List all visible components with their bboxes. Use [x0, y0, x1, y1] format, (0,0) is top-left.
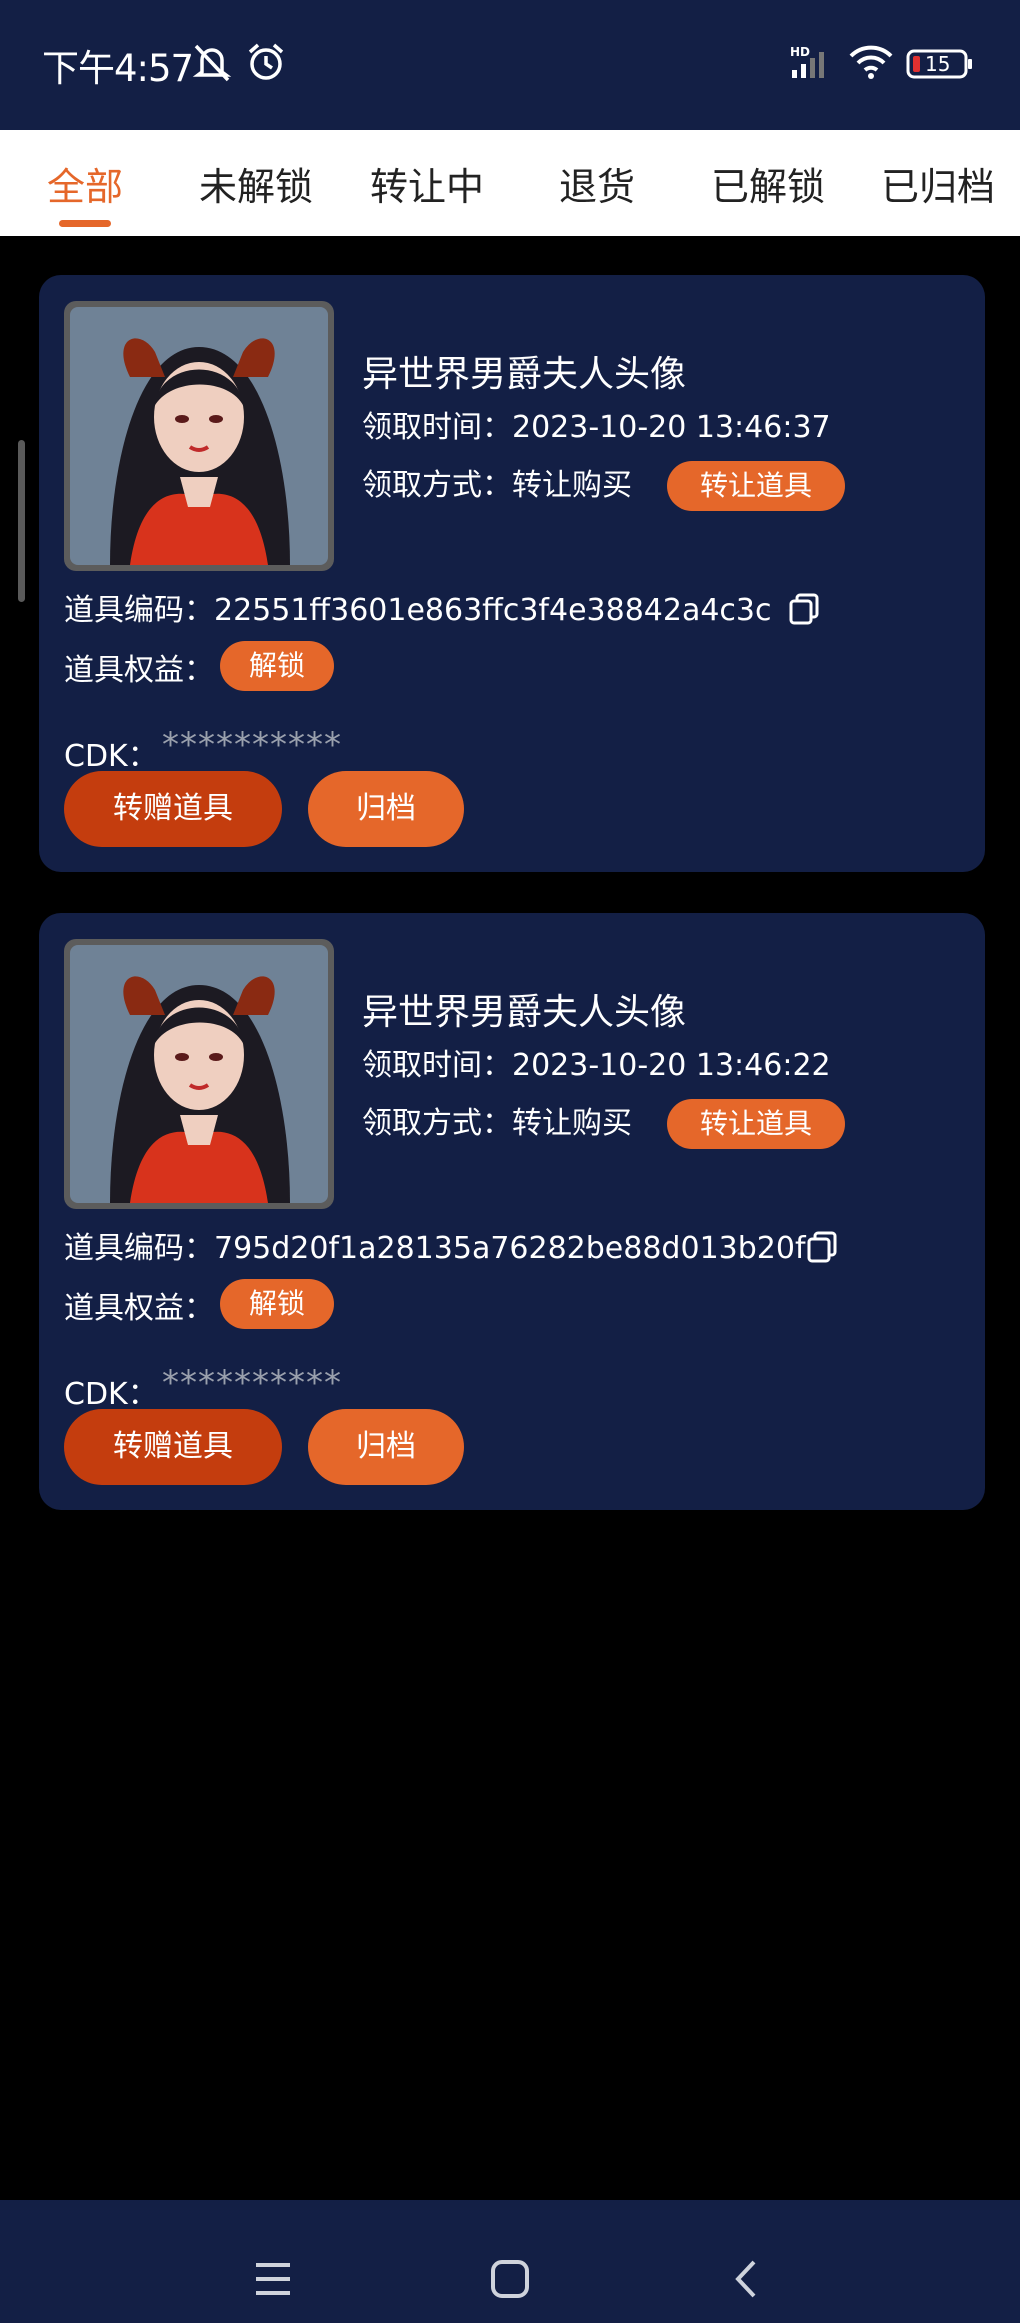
claim-time-value: 2023-10-20 13:46:22 [512, 1048, 831, 1083]
unlock-badge: 解锁 [220, 641, 334, 691]
claim-time-label: 领取时间： [362, 410, 512, 445]
avatar-image [70, 945, 328, 1203]
cdk-label: CDK： [64, 739, 158, 774]
filter-tabs: 全部 未解锁 转让中 退货 已解锁 已归档 [0, 130, 1020, 236]
hd-signal-icon: HD [790, 45, 824, 78]
transfer-item-badge: 转让道具 [667, 461, 845, 511]
archive-button[interactable]: 归档 [308, 1409, 464, 1485]
item-code-row: 道具编码：22551ff3601e863ffc3f4e38842a4c3c [64, 585, 772, 629]
status-time: 下午4:57 [42, 47, 194, 90]
claim-method-row: 领取方式：转让购买 [362, 1098, 632, 1142]
item-title: 异世界男爵夫人头像 [362, 354, 687, 395]
alarm-icon [248, 43, 284, 80]
item-code-value: 22551ff3601e863ffc3f4e38842a4c3c [214, 593, 772, 628]
item-rights-row: 道具权益： [64, 645, 214, 689]
cdk-value: ********** [162, 725, 342, 765]
status-bar: 下午4:57 HD 15 [0, 0, 1020, 130]
tab-unlocked[interactable]: 已解锁 [711, 156, 825, 211]
item-thumbnail [64, 939, 334, 1209]
tab-locked[interactable]: 未解锁 [199, 156, 313, 211]
gift-item-button[interactable]: 转赠道具 [64, 1409, 282, 1485]
gift-item-button[interactable]: 转赠道具 [64, 771, 282, 847]
claim-time-label: 领取时间： [362, 1048, 512, 1083]
claim-method-label: 领取方式： [362, 468, 512, 503]
item-code-value: 795d20f1a28135a76282be88d013b20f [214, 1231, 806, 1266]
item-rights-label: 道具权益： [64, 1291, 214, 1326]
item-title: 异世界男爵夫人头像 [362, 992, 687, 1033]
claim-method-value: 转让购买 [512, 1106, 632, 1141]
notifications-muted-icon [192, 44, 232, 82]
item-thumbnail [64, 301, 334, 571]
tab-archived[interactable]: 已归档 [881, 156, 995, 211]
tab-returned[interactable]: 退货 [559, 156, 635, 211]
claim-time-row: 领取时间：2023-10-20 13:46:22 [362, 1040, 831, 1084]
item-code-label: 道具编码： [64, 1231, 214, 1266]
claim-time-value: 2023-10-20 13:46:37 [512, 410, 831, 445]
item-rights-row: 道具权益： [64, 1283, 214, 1327]
svg-text:HD: HD [790, 45, 810, 59]
scrollbar[interactable] [18, 440, 25, 602]
cdk-label: CDK： [64, 1377, 158, 1412]
tab-transferring[interactable]: 转让中 [370, 156, 484, 211]
claim-method-label: 领取方式： [362, 1106, 512, 1141]
active-tab-indicator [59, 220, 111, 227]
cdk-value: ********** [162, 1363, 342, 1403]
system-nav-bar [0, 2200, 1020, 2323]
claim-method-row: 领取方式：转让购买 [362, 460, 632, 504]
back-icon[interactable] [734, 2259, 758, 2299]
archive-button[interactable]: 归档 [308, 771, 464, 847]
copy-icon[interactable] [805, 1229, 839, 1263]
item-code-label: 道具编码： [64, 593, 214, 628]
item-code-row: 道具编码：795d20f1a28135a76282be88d013b20f [64, 1223, 806, 1267]
claim-method-value: 转让购买 [512, 468, 632, 503]
avatar-image [70, 307, 328, 565]
claim-time-row: 领取时间：2023-10-20 13:46:37 [362, 402, 831, 446]
unlock-badge: 解锁 [220, 1279, 334, 1329]
home-icon[interactable] [490, 2259, 530, 2299]
tab-all[interactable]: 全部 [47, 156, 123, 211]
battery-level: 15 [925, 52, 951, 76]
item-card: 异世界男爵夫人头像 领取时间：2023-10-20 13:46:22 领取方式：… [39, 913, 985, 1510]
transfer-item-badge: 转让道具 [667, 1099, 845, 1149]
copy-icon[interactable] [787, 591, 821, 625]
item-rights-label: 道具权益： [64, 653, 214, 688]
item-card: 异世界男爵夫人头像 领取时间：2023-10-20 13:46:37 领取方式：… [39, 275, 985, 872]
wifi-icon [849, 45, 893, 79]
menu-icon[interactable] [254, 2261, 292, 2297]
